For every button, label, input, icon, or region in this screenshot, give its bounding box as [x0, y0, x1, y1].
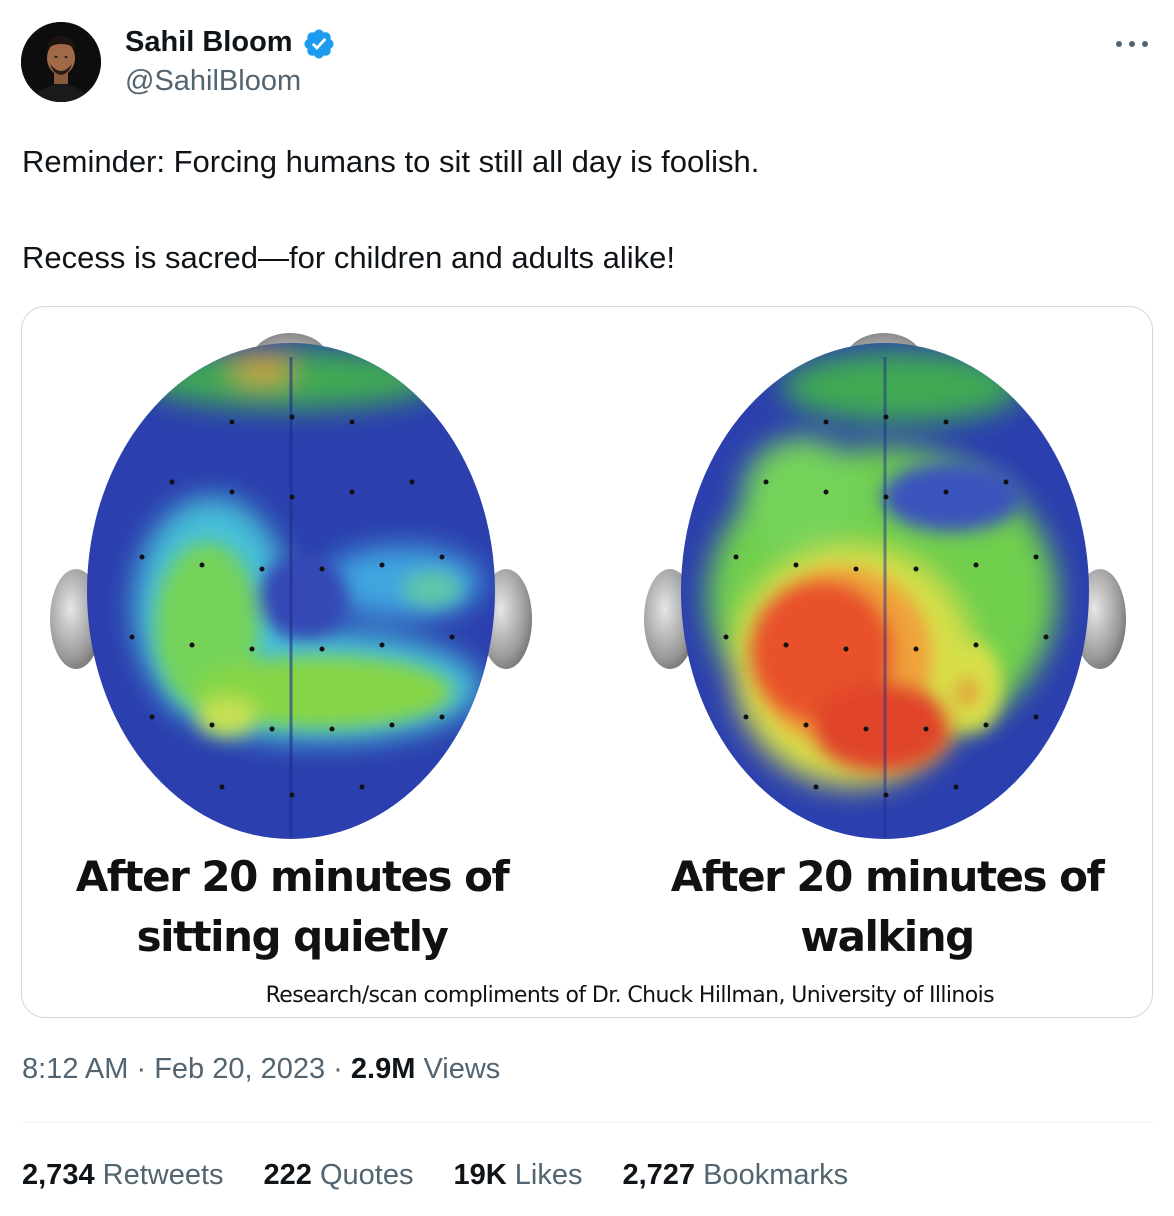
tweet-date[interactable]: Feb 20, 2023: [154, 1053, 325, 1085]
tweet-stats: 2,734 Retweets 222 Quotes 19K Likes 2,72…: [22, 1159, 888, 1192]
tweet-media-image[interactable]: After 20 minutes of sitting quietly Afte…: [21, 306, 1153, 1018]
stat-label: Retweets: [102, 1159, 224, 1191]
caption-line: walking: [800, 912, 975, 961]
stat-label: Quotes: [319, 1159, 414, 1191]
views-label: Views: [423, 1053, 501, 1085]
caption-walking: After 20 minutes of walking: [637, 847, 1137, 967]
tweet-text-line: Reminder: Forcing humans to sit still al…: [22, 144, 760, 179]
caption-line: After 20 minutes of: [670, 852, 1105, 901]
brain-scan-walking: [644, 333, 1126, 839]
stat-label: Bookmarks: [703, 1159, 849, 1191]
stat-count: 2,734: [22, 1159, 95, 1191]
more-options-button[interactable]: [1110, 22, 1154, 66]
views-count: 2.9M: [350, 1053, 416, 1085]
stat-retweets[interactable]: 2,734 Retweets: [22, 1159, 224, 1192]
stat-count: 222: [263, 1159, 312, 1191]
author-name[interactable]: Sahil Bloom: [125, 26, 293, 59]
tweet-time[interactable]: 8:12 AM: [22, 1053, 128, 1085]
stat-count: 19K: [453, 1159, 507, 1191]
stat-bookmarks[interactable]: 2,727 Bookmarks: [622, 1159, 848, 1192]
verified-badge-icon[interactable]: [302, 27, 336, 61]
more-horizontal-icon: [1116, 41, 1148, 47]
author-avatar[interactable]: [21, 22, 101, 102]
tweet: Sahil Bloom @SahilBloom Reminder: Forcin…: [0, 0, 1174, 1216]
caption-sitting: After 20 minutes of sitting quietly: [42, 847, 542, 967]
tweet-meta: 8:12 AM · Feb 20, 2023 · 2.9M Views: [22, 1053, 500, 1086]
stat-likes[interactable]: 19K Likes: [453, 1159, 582, 1192]
caption-line: After 20 minutes of: [75, 852, 510, 901]
divider: [22, 1122, 1154, 1123]
caption-line: sitting quietly: [136, 912, 449, 961]
brain-scan-sitting: [50, 333, 532, 839]
meta-separator: ·: [128, 1053, 155, 1085]
tweet-text-line: Recess is sacred—for children and adults…: [22, 240, 676, 275]
image-credit: Research/scan compliments of Dr. Chuck H…: [265, 983, 995, 1008]
stat-label: Likes: [514, 1159, 583, 1191]
author-handle[interactable]: @SahilBloom: [125, 65, 301, 98]
stat-quotes[interactable]: 222 Quotes: [264, 1159, 414, 1192]
stat-count: 2,727: [622, 1159, 696, 1191]
meta-separator: ·: [325, 1053, 351, 1085]
